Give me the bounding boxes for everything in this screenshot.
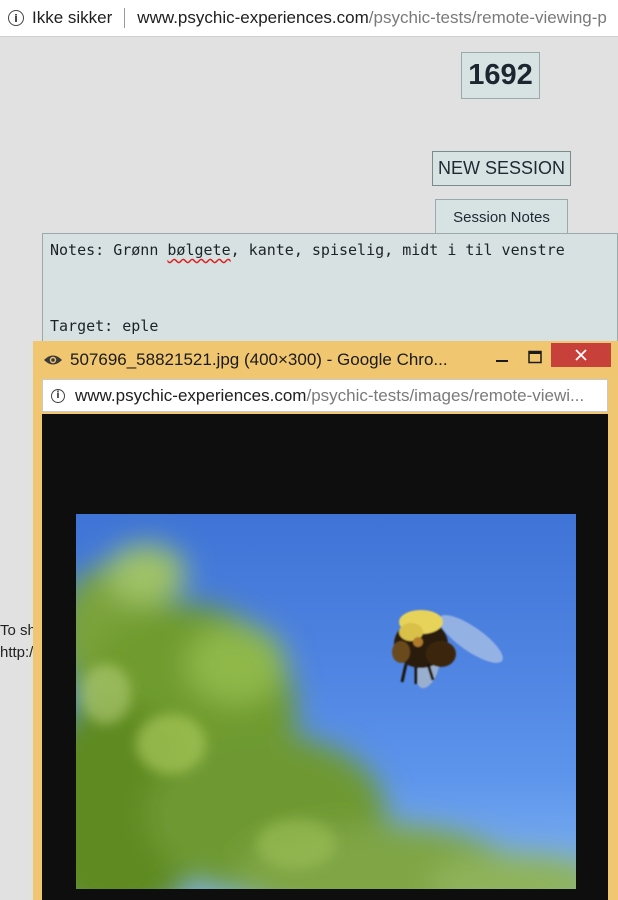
close-icon (575, 349, 587, 361)
close-button[interactable] (551, 343, 611, 367)
popup-address-bar[interactable]: i www.psychic-experiences.com/psychic-te… (42, 379, 608, 412)
popup-title: 507696_58821521.jpg (400×300) - Google C… (70, 350, 448, 369)
minimize-icon (496, 360, 508, 362)
session-counter: 1692 (461, 52, 540, 99)
maximize-icon (528, 350, 542, 364)
url-host[interactable]: www.psychic-experiences.com (137, 8, 368, 28)
address-separator (124, 8, 126, 28)
bee-photo (76, 514, 576, 889)
address-bar[interactable]: i Ikke sikker www.psychic-experiences.co… (0, 0, 618, 37)
background-text-line: To sh (0, 622, 36, 639)
info-icon[interactable]: i (51, 388, 65, 403)
info-icon[interactable]: i (8, 10, 24, 26)
background-link-text[interactable]: http:/ (0, 644, 33, 661)
image-viewport (42, 414, 608, 900)
maximize-button[interactable] (521, 344, 549, 370)
notes-line: Notes: Grønn bølgete, kante, spiselig, m… (50, 241, 565, 259)
notes-suffix: , kante, spiselig, midt i til venstre (230, 241, 565, 259)
eye-icon (44, 355, 62, 365)
photo-illustration (76, 544, 576, 889)
minimize-button[interactable] (488, 344, 516, 370)
popup-url-path[interactable]: /psychic-tests/images/remote-viewi... (306, 386, 584, 406)
image-popup-window[interactable]: 507696_58821521.jpg (400×300) - Google C… (33, 341, 618, 900)
misspelled-word: bølgete (167, 241, 231, 259)
notes-prefix: Notes: Grønn (50, 241, 168, 259)
target-line: Target: eple (50, 317, 159, 335)
session-notes-tab[interactable]: Session Notes (435, 199, 568, 234)
security-label[interactable]: Ikke sikker (32, 8, 112, 28)
popup-url-host[interactable]: www.psychic-experiences.com (75, 386, 306, 406)
new-session-button[interactable]: NEW SESSION (432, 151, 571, 186)
url-path[interactable]: /psychic-tests/remote-viewing-p (369, 8, 607, 28)
